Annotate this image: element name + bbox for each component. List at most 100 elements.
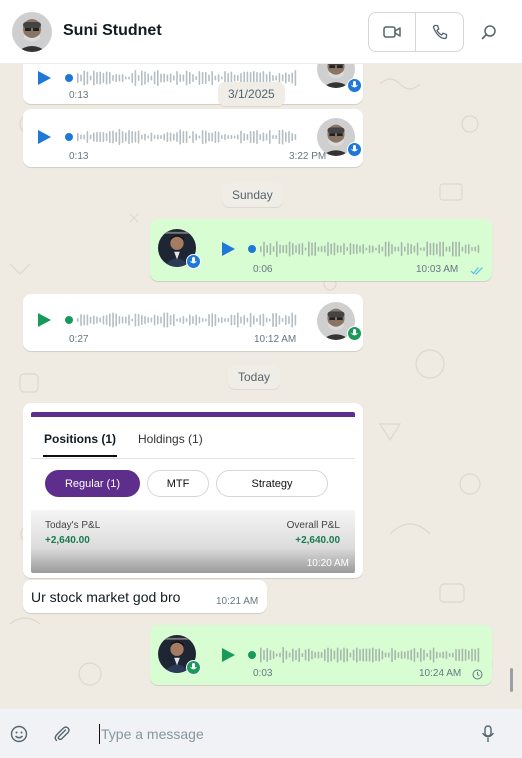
contact-name[interactable]: Suni Studnet — [63, 22, 162, 40]
waveform-bar — [388, 241, 390, 257]
waveform-bar — [275, 135, 277, 139]
waveform-bar — [458, 649, 460, 661]
waveform-bar — [96, 132, 98, 142]
waveform-bar — [141, 315, 143, 325]
date-separator: Today — [228, 365, 281, 389]
divider — [31, 458, 355, 459]
microphone-badge-icon — [347, 78, 362, 93]
waveform-bar — [285, 244, 288, 254]
waveform-bar — [448, 246, 451, 252]
waveform-bar — [83, 314, 85, 326]
waveform-bar — [317, 651, 320, 659]
waveform-bar — [227, 135, 229, 139]
waveform-bar — [217, 131, 220, 143]
waveform-bar — [163, 312, 165, 328]
waveform-bar — [237, 312, 239, 328]
waveform-bar — [272, 651, 275, 659]
waveform-bar — [410, 244, 412, 254]
waveform-bar — [269, 318, 271, 322]
waveform-bar — [291, 312, 293, 328]
waveform-bar — [77, 73, 79, 83]
positions-screenshot[interactable]: Positions (1) Holdings (1) Regular (1) M… — [31, 412, 355, 573]
waveform-bar — [394, 650, 396, 660]
emoji-icon — [10, 725, 28, 743]
play-icon[interactable] — [36, 312, 52, 328]
play-icon[interactable] — [220, 241, 236, 257]
waveform-bar — [477, 648, 480, 662]
waveform-bar — [301, 653, 304, 657]
waveform-bar — [276, 653, 278, 657]
waveform[interactable] — [248, 645, 484, 665]
waveform-bar — [134, 131, 137, 143]
contact-avatar[interactable] — [12, 12, 52, 52]
waveform-bar — [144, 71, 146, 85]
waveform-bar — [317, 246, 320, 252]
waveform-bar — [420, 648, 422, 662]
message-time: 10:20 AM — [306, 558, 349, 569]
waveform[interactable] — [65, 310, 303, 330]
message-time: 3:22 PM — [289, 151, 327, 162]
play-icon[interactable] — [220, 647, 236, 663]
waveform-bar — [298, 648, 300, 662]
waveform-bar — [86, 71, 89, 85]
waveform-bar — [208, 314, 210, 326]
chat-area[interactable]: 0:13 3/1/2025 0:13 3:22 PM Sunday 0:06 1… — [0, 64, 522, 708]
waveform-bar — [263, 241, 265, 257]
waveform-bar — [131, 73, 133, 83]
waveform-bar — [311, 242, 313, 256]
attach-button[interactable] — [51, 723, 73, 745]
waveform-bar — [375, 247, 377, 251]
waveform-bar — [308, 241, 310, 257]
video-call-button[interactable] — [369, 13, 417, 51]
waveform-bar — [205, 318, 207, 322]
waveform-bar — [266, 245, 268, 253]
waveform-bar — [89, 134, 92, 140]
waveform-bar — [195, 314, 197, 326]
waveform-bar — [375, 649, 377, 661]
waveform-bar — [211, 71, 213, 85]
voice-message: 0:27 10:12 AM — [23, 294, 363, 351]
voice-call-button[interactable] — [416, 13, 463, 51]
waveform-bar — [227, 318, 229, 322]
waveform-bar — [404, 246, 406, 252]
waveform-bar — [356, 244, 358, 254]
waveform-bar — [381, 650, 384, 660]
waveform-bar — [429, 243, 432, 255]
waveform-bar — [368, 245, 371, 253]
message-input[interactable] — [101, 723, 461, 745]
emoji-button[interactable] — [8, 723, 30, 745]
waveform-bar — [461, 648, 464, 662]
waveform-bar — [265, 317, 268, 323]
waveform-bar — [413, 648, 416, 662]
waveform-bar — [134, 70, 137, 86]
chip-mtf: MTF — [147, 470, 209, 497]
waveform-bar — [153, 71, 156, 85]
voice-record-button[interactable] — [477, 723, 499, 745]
voice-message: 0:03 10:24 AM — [150, 625, 492, 685]
waveform-bar — [253, 315, 255, 325]
waveform[interactable] — [65, 127, 303, 147]
waveform-bar — [272, 313, 274, 327]
waveform-bar — [282, 647, 284, 663]
play-icon[interactable] — [36, 129, 52, 145]
waveform-bar — [208, 74, 210, 82]
waveform-bar — [102, 132, 105, 142]
waveform-bar — [468, 244, 470, 254]
play-icon[interactable] — [36, 70, 52, 86]
search-button[interactable] — [474, 16, 504, 48]
waveform-bar — [294, 70, 297, 86]
waveform-bar — [275, 313, 277, 327]
waveform-bar — [356, 647, 358, 663]
waveform-bar — [285, 132, 287, 142]
waveform-bar — [150, 317, 153, 323]
waveform-bar — [233, 74, 236, 82]
active-tab-indicator — [43, 455, 117, 457]
waveform-bar — [173, 75, 175, 81]
waveform-bar — [324, 245, 326, 253]
waveform[interactable] — [248, 239, 484, 259]
waveform-bar — [292, 648, 294, 662]
waveform-bar — [272, 246, 275, 252]
waveform-bar — [397, 246, 400, 252]
waveform-bar — [109, 313, 111, 327]
chat-scrollbar[interactable] — [510, 668, 513, 692]
